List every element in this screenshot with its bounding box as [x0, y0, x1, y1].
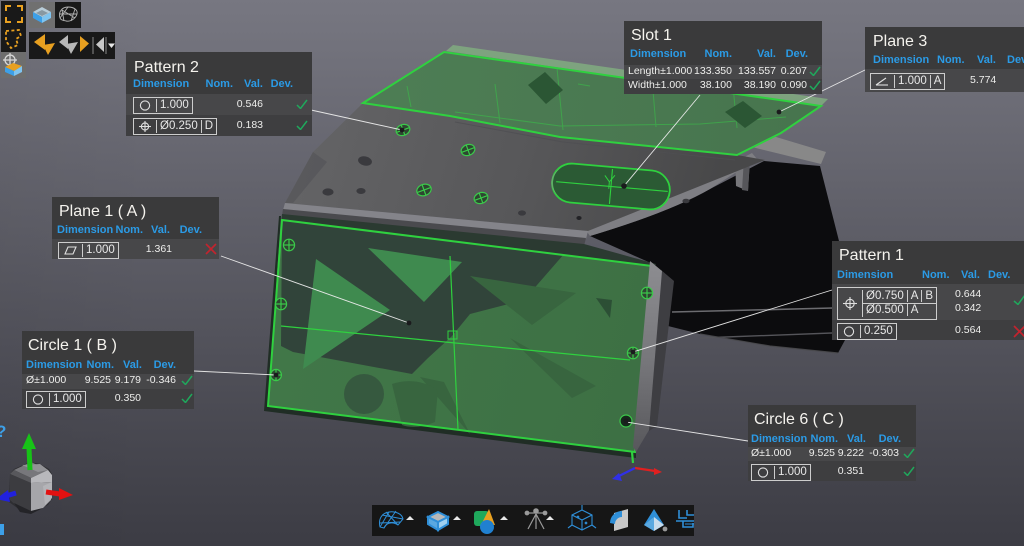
svg-text:?: ?	[0, 422, 6, 441]
